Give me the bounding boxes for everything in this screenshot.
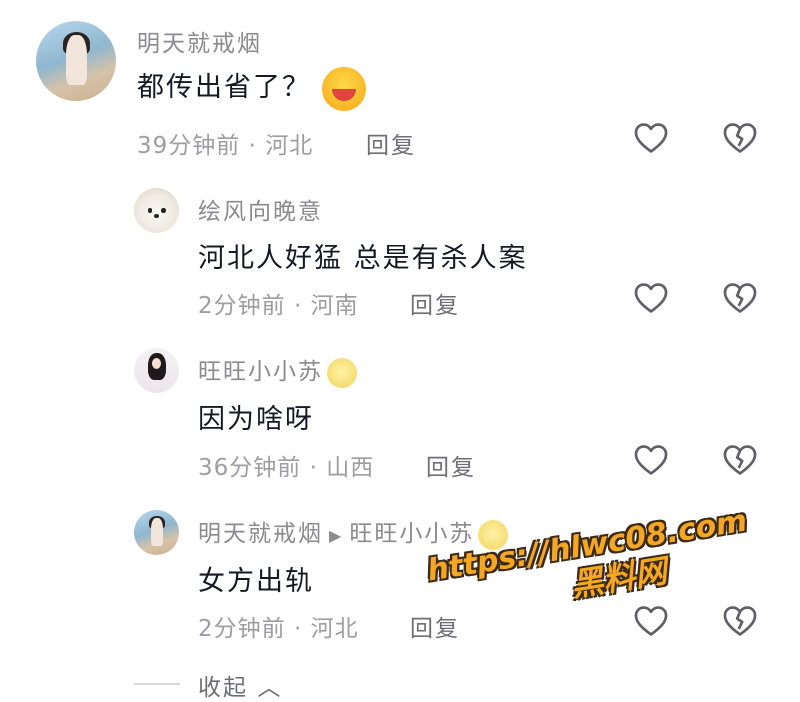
comment-author[interactable]: 明天就戒烟	[137, 24, 262, 58]
comment-author: 明天就戒烟 ▶ 旺旺小小苏	[198, 514, 509, 550]
comment-text: 因为啥呀	[198, 404, 314, 435]
avatar[interactable]	[36, 21, 116, 101]
avatar[interactable]	[134, 348, 179, 393]
comment-text-content: 都传出省了？	[137, 72, 311, 103]
like-heart-icon[interactable]	[632, 119, 670, 157]
laughing-crying-emoji-icon	[321, 66, 366, 111]
comment-author: 旺旺小小苏	[198, 352, 357, 388]
comment-meta: 39分钟前 · 河北	[137, 133, 314, 159]
comment-text: 女方出轨	[198, 566, 314, 597]
like-heart-icon[interactable]	[632, 441, 670, 479]
comment-text: 都传出省了？	[137, 65, 366, 111]
chevron-up-icon: ︿	[257, 675, 283, 701]
reply-arrow-icon: ▶	[329, 526, 344, 545]
reply-button[interactable]: 回复	[410, 286, 460, 320]
avatar[interactable]	[134, 510, 179, 555]
wink-emoji-icon	[327, 357, 357, 388]
reply-button[interactable]: 回复	[366, 126, 416, 160]
like-heart-icon[interactable]	[632, 279, 670, 317]
reply-to-name[interactable]: 旺旺小小苏	[349, 521, 474, 547]
reply-button[interactable]: 回复	[426, 448, 476, 482]
comment-author-name[interactable]: 旺旺小小苏	[198, 359, 323, 385]
comment-text: 河北人好猛 总是有杀人案	[198, 243, 528, 274]
comment-meta: 2分钟前 · 河北	[198, 616, 359, 642]
dislike-broken-heart-icon[interactable]	[721, 441, 759, 479]
dislike-broken-heart-icon[interactable]	[721, 279, 759, 317]
dislike-broken-heart-icon[interactable]	[721, 602, 759, 640]
like-heart-icon[interactable]	[632, 602, 670, 640]
dislike-broken-heart-icon[interactable]	[721, 119, 759, 157]
comment-meta: 2分钟前 · 河南	[198, 293, 359, 319]
avatar[interactable]	[134, 188, 179, 233]
collapse-label: 收起	[198, 675, 248, 701]
collapse-replies-button[interactable]: 收起 ︿	[198, 668, 282, 702]
comment-meta: 36分钟前 · 山西	[198, 455, 375, 481]
collapse-divider	[134, 683, 180, 685]
comment-author[interactable]: 绘风向晚意	[198, 192, 323, 226]
comment-author-name[interactable]: 明天就戒烟	[198, 521, 323, 547]
